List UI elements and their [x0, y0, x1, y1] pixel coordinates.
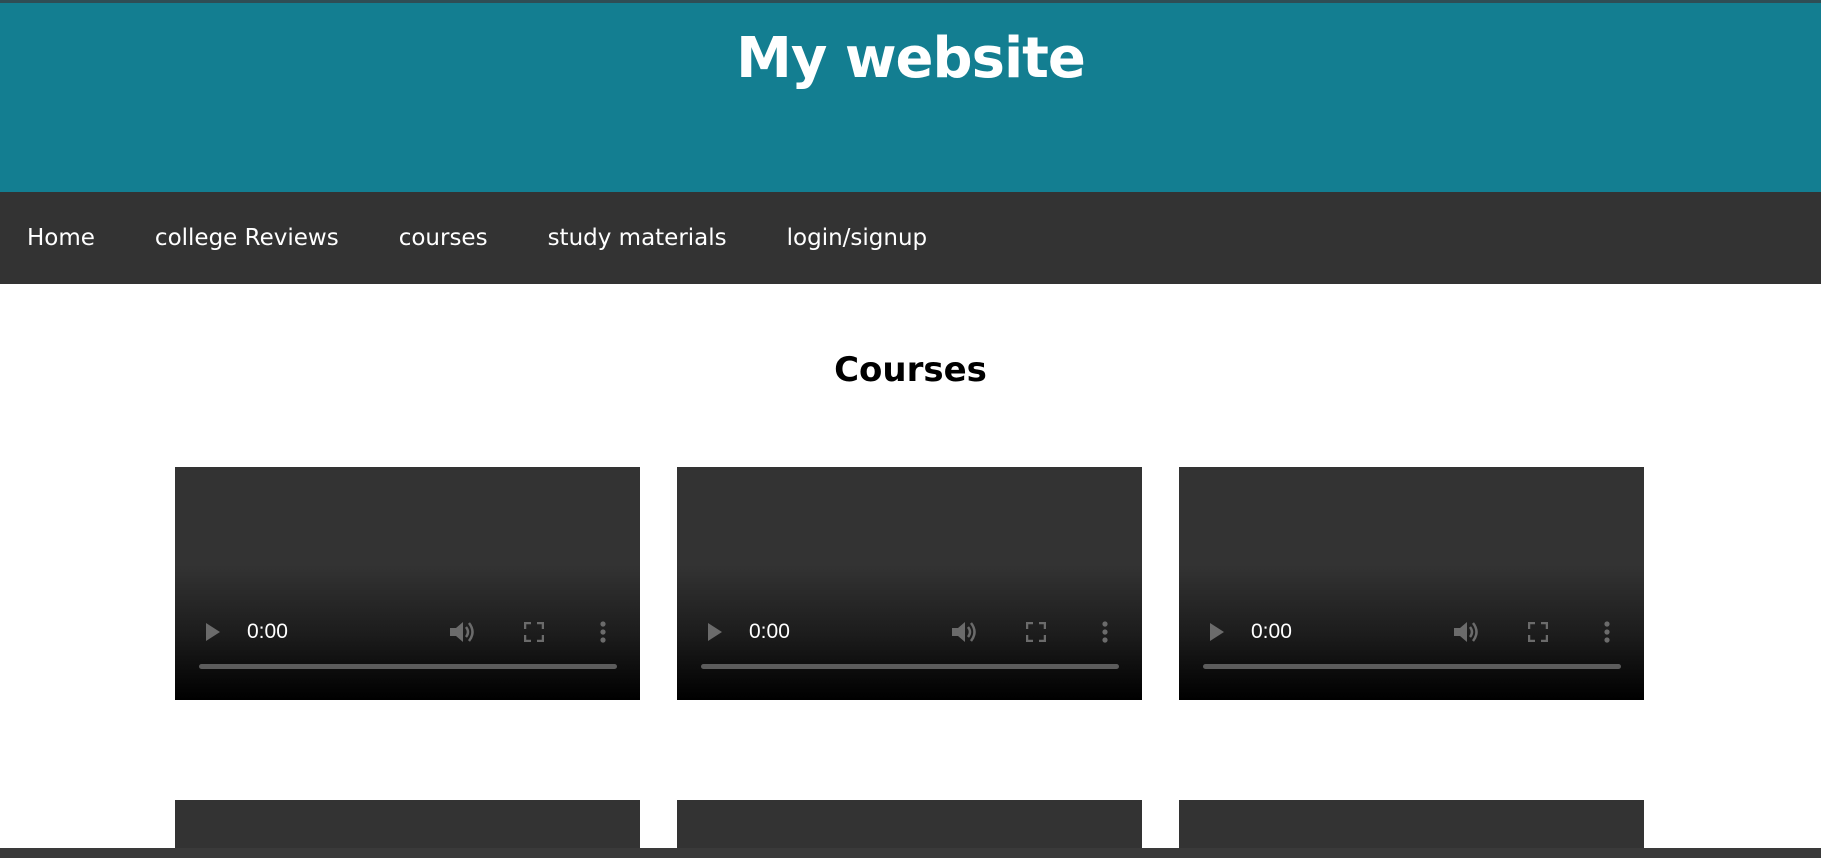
nav-link-login-signup[interactable]: login/signup [760, 192, 955, 284]
fullscreen-icon [1528, 622, 1548, 642]
fullscreen-button[interactable] [1023, 614, 1049, 650]
video-player[interactable]: 0:00 [175, 467, 640, 700]
mute-button[interactable] [448, 614, 478, 650]
time-display: 0:00 [749, 620, 790, 643]
window-bottom-edge [0, 848, 1821, 858]
video-player-partial[interactable] [677, 800, 1142, 848]
play-icon [1210, 623, 1224, 641]
site-title: My website [736, 26, 1086, 91]
mute-button[interactable] [950, 614, 980, 650]
fullscreen-icon [1026, 622, 1046, 642]
volume-icon [450, 620, 476, 644]
mute-button[interactable] [1452, 614, 1482, 650]
site-header: My website [0, 0, 1821, 192]
video-controls: 0:00 [1179, 614, 1644, 650]
volume-icon [1454, 620, 1480, 644]
video-player[interactable]: 0:00 [1179, 467, 1644, 700]
video-player[interactable]: 0:00 [677, 467, 1142, 700]
play-icon [708, 623, 722, 641]
more-options-button[interactable] [1597, 614, 1617, 650]
main-nav: Home college Reviews courses study mater… [0, 192, 1821, 284]
video-controls: 0:00 [677, 614, 1142, 650]
more-vert-icon [1604, 621, 1610, 643]
more-options-button[interactable] [1095, 614, 1115, 650]
nav-link-home[interactable]: Home [0, 192, 122, 284]
play-button[interactable] [201, 614, 225, 650]
more-vert-icon [1102, 621, 1108, 643]
time-display: 0:00 [247, 620, 288, 643]
courses-heading: Courses [834, 350, 987, 390]
play-button[interactable] [703, 614, 727, 650]
video-controls: 0:00 [175, 614, 640, 650]
volume-icon [952, 620, 978, 644]
nav-link-college-reviews[interactable]: college Reviews [128, 192, 366, 284]
page: My website Home college Reviews courses … [0, 0, 1821, 848]
seek-bar[interactable] [1203, 664, 1621, 669]
fullscreen-button[interactable] [1525, 614, 1551, 650]
more-options-button[interactable] [593, 614, 613, 650]
nav-link-study-materials[interactable]: study materials [521, 192, 754, 284]
nav-link-courses[interactable]: courses [372, 192, 515, 284]
play-button[interactable] [1205, 614, 1229, 650]
play-icon [206, 623, 220, 641]
time-display: 0:00 [1251, 620, 1292, 643]
fullscreen-icon [524, 622, 544, 642]
video-player-partial[interactable] [1179, 800, 1644, 848]
seek-bar[interactable] [199, 664, 617, 669]
seek-bar[interactable] [701, 664, 1119, 669]
more-vert-icon [600, 621, 606, 643]
fullscreen-button[interactable] [521, 614, 547, 650]
video-player-partial[interactable] [175, 800, 640, 848]
